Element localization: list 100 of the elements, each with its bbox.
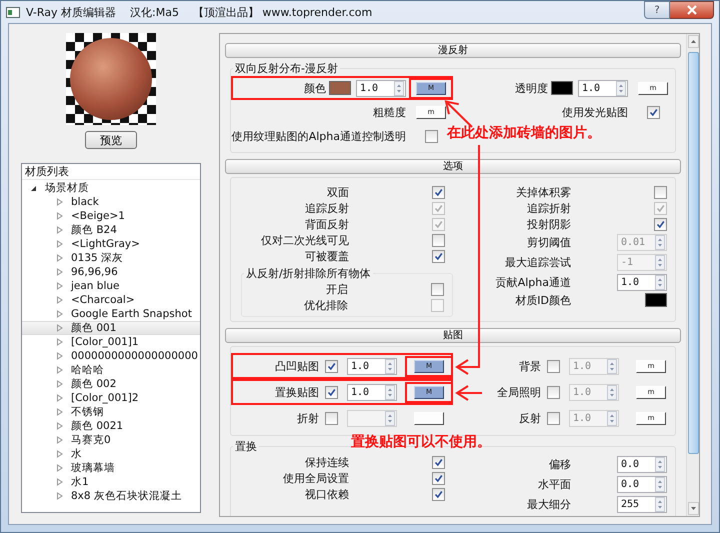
tree-item[interactable]: 哈哈哈 xyxy=(22,363,200,377)
field-label: 投射阴影 xyxy=(527,216,571,232)
tree-item[interactable]: 不锈钢 xyxy=(22,405,200,419)
field-label: 关掉体积雾 xyxy=(516,184,571,200)
field-label: 追踪折射 xyxy=(527,200,571,216)
scroll-down-button[interactable] xyxy=(688,502,698,515)
tree-item[interactable]: 水1 xyxy=(22,475,200,489)
tree-item[interactable]: 8x8 灰色石块状混凝土 xyxy=(22,489,200,503)
help-button[interactable]: ? xyxy=(644,1,670,19)
checkbox[interactable] xyxy=(431,282,444,296)
field-label: 使用全局设置 xyxy=(283,470,349,486)
tree-item[interactable]: [Color_001]2 xyxy=(22,391,200,405)
field-label: 透明度 xyxy=(515,80,548,96)
tree-item[interactable]: <LightGray> xyxy=(22,237,200,251)
rollout-header[interactable]: 漫反射 xyxy=(225,43,681,58)
checkbox[interactable] xyxy=(432,488,445,500)
tree-item[interactable]: 马赛克0 xyxy=(22,433,200,447)
tree-item[interactable]: black xyxy=(22,195,200,209)
checkbox[interactable] xyxy=(432,456,445,468)
checkbox[interactable] xyxy=(424,130,438,142)
rollout-header[interactable]: 选项 xyxy=(225,159,681,174)
spinner-arrows-icon[interactable] xyxy=(655,274,665,290)
spin-field[interactable]: 1.0 xyxy=(347,358,397,374)
scrollbar-thumb[interactable] xyxy=(688,52,698,454)
expanded-triangle-icon[interactable] xyxy=(30,184,37,192)
close-icon xyxy=(686,5,698,15)
close-button[interactable] xyxy=(670,1,714,19)
color-swatch[interactable] xyxy=(329,81,351,95)
checkbox[interactable] xyxy=(432,250,445,262)
group-title: 双向反射分布-漫反射 xyxy=(234,61,339,76)
checkbox[interactable] xyxy=(646,106,660,118)
field-label: 开启 xyxy=(326,282,348,296)
tree-item[interactable]: 0000000000000000000 xyxy=(22,349,200,363)
checkbox[interactable] xyxy=(654,218,667,230)
tree-item[interactable]: 颜色 001 xyxy=(22,321,200,335)
preview-button[interactable]: 预览 xyxy=(85,131,137,149)
tree-item[interactable]: 0135 深灰 xyxy=(22,251,200,265)
checkbox[interactable] xyxy=(432,234,445,246)
spin-field[interactable]: 1.0 xyxy=(578,80,628,96)
tree-item[interactable]: 水 xyxy=(22,447,200,461)
spinner-arrows-icon[interactable] xyxy=(394,80,404,96)
field-label: 优化排除 xyxy=(304,298,348,312)
tree-item[interactable]: 颜色 002 xyxy=(22,377,200,391)
spin-field[interactable]: 255 xyxy=(617,496,667,512)
scroll-up-button[interactable] xyxy=(688,35,698,48)
spinner-arrows-icon[interactable] xyxy=(655,496,665,512)
map-button[interactable] xyxy=(414,412,444,424)
spin-field[interactable]: 1.0 xyxy=(356,80,406,96)
scrollbar[interactable] xyxy=(686,34,699,516)
window-title: 【顶渲出品】 www.toprender.com xyxy=(192,4,372,20)
checkbox[interactable] xyxy=(325,360,338,372)
field-label: 最大追踪尝试 xyxy=(505,254,571,270)
field-label: 视口依赖 xyxy=(305,486,349,502)
spin-field[interactable]: 1.0 xyxy=(347,384,397,400)
window-title: 汉化:Ma5 xyxy=(130,4,179,20)
spin-field[interactable]: 1.0 xyxy=(617,274,667,290)
list-header: 材质列表 xyxy=(22,165,200,180)
annotation-text: 在此处添加砖墙的图片。 xyxy=(447,124,601,142)
field-label: 材质ID颜色 xyxy=(515,292,571,308)
spin-field[interactable]: 0.0 xyxy=(617,456,667,472)
tree-item[interactable]: <Charcoal> xyxy=(22,293,200,307)
checkbox[interactable] xyxy=(654,186,667,198)
field-label: 全局照明 xyxy=(497,384,541,400)
spinner-arrows-icon[interactable] xyxy=(616,80,626,96)
checkbox[interactable] xyxy=(547,412,560,424)
tree-item[interactable]: [Color_001]1 xyxy=(22,335,200,349)
spin-field[interactable]: 0.0 xyxy=(617,476,667,492)
rollout-header[interactable]: 贴图 xyxy=(225,328,681,343)
tree-item[interactable]: 玻璃幕墙 xyxy=(22,461,200,475)
spinner-arrows-icon[interactable] xyxy=(385,384,395,400)
tree-item[interactable]: <Beige>1 xyxy=(22,209,200,223)
field-label: 追踪反射 xyxy=(305,200,349,216)
checkbox[interactable] xyxy=(432,186,445,198)
tree-item[interactable]: 场景材质 xyxy=(22,181,200,195)
spinner-arrows-icon[interactable] xyxy=(655,456,665,472)
tree-item[interactable]: 96,96,96 xyxy=(22,265,200,279)
field-label: 使用纹理贴图的Alpha通道控制透明 xyxy=(232,128,406,144)
color-swatch[interactable] xyxy=(551,81,573,95)
field-label: 背景 xyxy=(519,358,541,374)
color-swatch[interactable] xyxy=(645,293,667,307)
checkbox[interactable] xyxy=(432,472,445,484)
checkmark-icon xyxy=(648,108,658,116)
checkbox[interactable] xyxy=(547,360,560,372)
field-label: 背面反射 xyxy=(305,216,349,232)
checkmark-icon xyxy=(327,362,336,370)
arrow xyxy=(455,385,482,401)
checkbox[interactable] xyxy=(325,412,338,424)
field-label: 保持连续 xyxy=(305,454,349,470)
checkbox[interactable] xyxy=(325,386,338,398)
checkbox[interactable] xyxy=(547,386,560,398)
group-title: 从反射/折射排除所有物体 xyxy=(245,266,372,281)
spinner-arrows-icon[interactable] xyxy=(385,358,395,374)
tree-item[interactable]: 颜色 0021 xyxy=(22,419,200,433)
tree-item[interactable]: 颜色 B24 xyxy=(22,223,200,237)
field-label: 可被覆盖 xyxy=(305,248,349,264)
field-label: 水平面 xyxy=(538,476,571,492)
field-label: 置换贴图 xyxy=(275,384,319,400)
tree-item[interactable]: Google Earth Snapshot xyxy=(22,307,200,321)
spinner-arrows-icon[interactable] xyxy=(655,476,665,492)
tree-item[interactable]: jean blue xyxy=(22,279,200,293)
